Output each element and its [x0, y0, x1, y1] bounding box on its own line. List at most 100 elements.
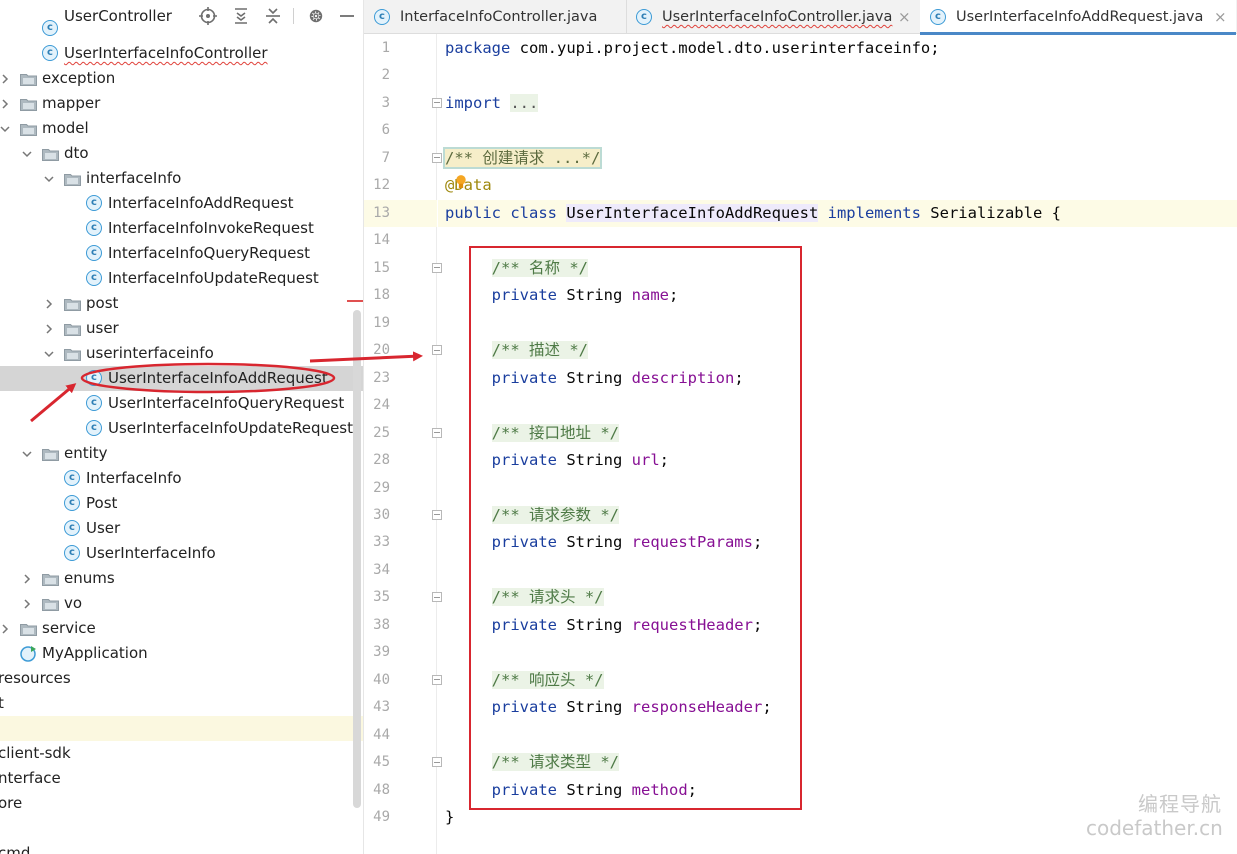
- tree-item[interactable]: c UserInterfaceInfoAddRequest: [0, 366, 364, 391]
- line-number: 12: [373, 177, 390, 194]
- tree-item-label: client-sdk: [0, 744, 71, 762]
- tree-folder[interactable]: dto: [0, 141, 364, 166]
- tree-item[interactable]: c InterfaceInfoUpdateRequest: [0, 266, 364, 291]
- tree-item[interactable]: c InterfaceInfoQueryRequest: [0, 241, 364, 266]
- close-icon[interactable]: ×: [898, 0, 911, 34]
- line-number: 49: [373, 809, 390, 826]
- project-panel-scrollbar[interactable]: [353, 310, 361, 808]
- tree-item[interactable]: client-sdk: [0, 741, 364, 766]
- line-number: 15: [373, 259, 390, 276]
- tree-folder[interactable]: interfaceInfo: [0, 166, 364, 191]
- tree-item[interactable]: c UserInterfaceInfo: [0, 541, 364, 566]
- tree-item[interactable]: c InterfaceInfoInvokeRequest: [0, 216, 364, 241]
- editor-tab[interactable]: c UserInterfaceInfoController.java ×: [626, 0, 920, 34]
- tree-item[interactable]: c UserInterfaceInfoController: [0, 41, 364, 66]
- tree-folder[interactable]: exception: [0, 66, 364, 91]
- tree-item-label: Post: [86, 494, 118, 512]
- tree-item[interactable]: [0, 716, 364, 741]
- highlight-box: [469, 246, 802, 810]
- java-class-icon: c: [64, 470, 80, 486]
- tree-item-label: interfaceInfo: [86, 169, 182, 187]
- code-line: /** 创建请求 ...*/: [442, 146, 603, 169]
- tree-item[interactable]: c User: [0, 516, 364, 541]
- chevron-right-icon[interactable]: [44, 299, 54, 309]
- tree-item[interactable]: resources: [0, 666, 364, 691]
- tree-folder[interactable]: post: [0, 291, 364, 316]
- tree-item[interactable]: c Post: [0, 491, 364, 516]
- watermark-url: codefather.cn: [1086, 816, 1223, 840]
- folder-icon: [64, 174, 81, 186]
- tree-item[interactable]: MyApplication: [0, 641, 364, 666]
- line-number: 28: [373, 452, 390, 469]
- tree-folder[interactable]: model: [0, 116, 364, 141]
- close-icon[interactable]: ×: [1214, 0, 1227, 34]
- folder-icon: [20, 124, 37, 136]
- line-number: 30: [373, 506, 390, 523]
- chevron-down-icon[interactable]: [22, 149, 32, 159]
- tree-folder[interactable]: service: [0, 616, 364, 641]
- line-number-gutter: 1 2 3 6 7 12 13 14 15 18 19 20 23 24 25 28 29 30 33 34 35 38 3…: [364, 34, 442, 854]
- tree-folder[interactable]: vo: [0, 591, 364, 616]
- chevron-right-icon[interactable]: [0, 74, 10, 84]
- tree-item[interactable]: c UserInterfaceInfoUpdateRequest: [0, 416, 364, 441]
- chevron-down-icon[interactable]: [44, 174, 54, 184]
- project-panel: c UserController c UserInterfaceInfoControl…: [0, 0, 364, 854]
- folder-icon: [20, 624, 37, 636]
- tree-item-label: resources: [0, 669, 71, 687]
- tree-item[interactable]: [0, 816, 364, 841]
- tree-item-label: vo: [64, 594, 83, 612]
- line-number: 29: [373, 479, 390, 496]
- tree-item-label: mapper: [42, 94, 101, 112]
- tree-item-label: UserInterfaceInfo: [86, 544, 216, 562]
- line-number: 2: [381, 67, 390, 84]
- editor-tab[interactable]: c UserInterfaceInfoAddRequest.java ×: [920, 0, 1236, 35]
- tree-item-label: post: [86, 294, 119, 312]
- chevron-right-icon[interactable]: [0, 99, 10, 109]
- tree-item[interactable]: nterface: [0, 766, 364, 791]
- tree-folder[interactable]: user: [0, 316, 364, 341]
- line-number: 23: [373, 369, 390, 386]
- tree-item[interactable]: cmd: [0, 841, 364, 854]
- locate-icon[interactable]: [198, 6, 218, 26]
- minimize-icon[interactable]: [337, 6, 357, 26]
- tree-folder[interactable]: mapper: [0, 91, 364, 116]
- chevron-down-icon[interactable]: [22, 449, 32, 459]
- expand-all-icon[interactable]: [231, 6, 251, 26]
- chevron-down-icon[interactable]: [44, 349, 54, 359]
- line-number: 19: [373, 314, 390, 331]
- java-class-icon: c: [64, 520, 80, 536]
- tree-item[interactable]: t: [0, 691, 364, 716]
- tree-item[interactable]: c UserInterfaceInfoQueryRequest: [0, 391, 364, 416]
- tree-item-label: MyApplication: [42, 644, 148, 662]
- folder-icon: [64, 324, 81, 336]
- tree-item-label: nterface: [0, 769, 61, 787]
- tree-item[interactable]: c InterfaceInfoAddRequest: [0, 191, 364, 216]
- gear-icon[interactable]: [306, 6, 326, 26]
- tree-item-label: dto: [64, 144, 89, 162]
- editor-tab[interactable]: c InterfaceInfoController.java: [364, 0, 626, 34]
- tree-item-label: InterfaceInfoQueryRequest: [108, 244, 311, 262]
- chevron-down-icon[interactable]: [0, 124, 10, 134]
- tree-item[interactable]: c InterfaceInfo: [0, 466, 364, 491]
- tree-item[interactable]: ore: [0, 791, 364, 816]
- chevron-right-icon[interactable]: [44, 324, 54, 334]
- tree-item-label: entity: [64, 444, 108, 462]
- code-line: @Data: [445, 176, 492, 195]
- java-class-icon: c: [374, 9, 390, 25]
- tree-item-label: user: [86, 319, 119, 337]
- tree-item-label: ore: [0, 794, 23, 812]
- chevron-right-icon[interactable]: [0, 624, 10, 634]
- project-tree: c UserController c UserInterfaceInfoControl…: [0, 0, 364, 854]
- java-class-icon: c: [86, 220, 102, 236]
- collapse-all-icon[interactable]: [263, 6, 283, 26]
- chevron-right-icon[interactable]: [22, 599, 32, 609]
- tree-item-label: UserInterfaceInfoQueryRequest: [108, 394, 345, 412]
- lightbulb-icon[interactable]: [455, 174, 467, 190]
- chevron-right-icon[interactable]: [22, 574, 32, 584]
- editor-tab-label: UserInterfaceInfoAddRequest.java: [956, 9, 1204, 25]
- tree-folder[interactable]: enums: [0, 566, 364, 591]
- editor-tab-label: UserInterfaceInfoController.java: [662, 9, 893, 25]
- tree-item-label: enums: [64, 569, 115, 587]
- tree-folder[interactable]: entity: [0, 441, 364, 466]
- tree-folder[interactable]: userinterfaceinfo: [0, 341, 364, 366]
